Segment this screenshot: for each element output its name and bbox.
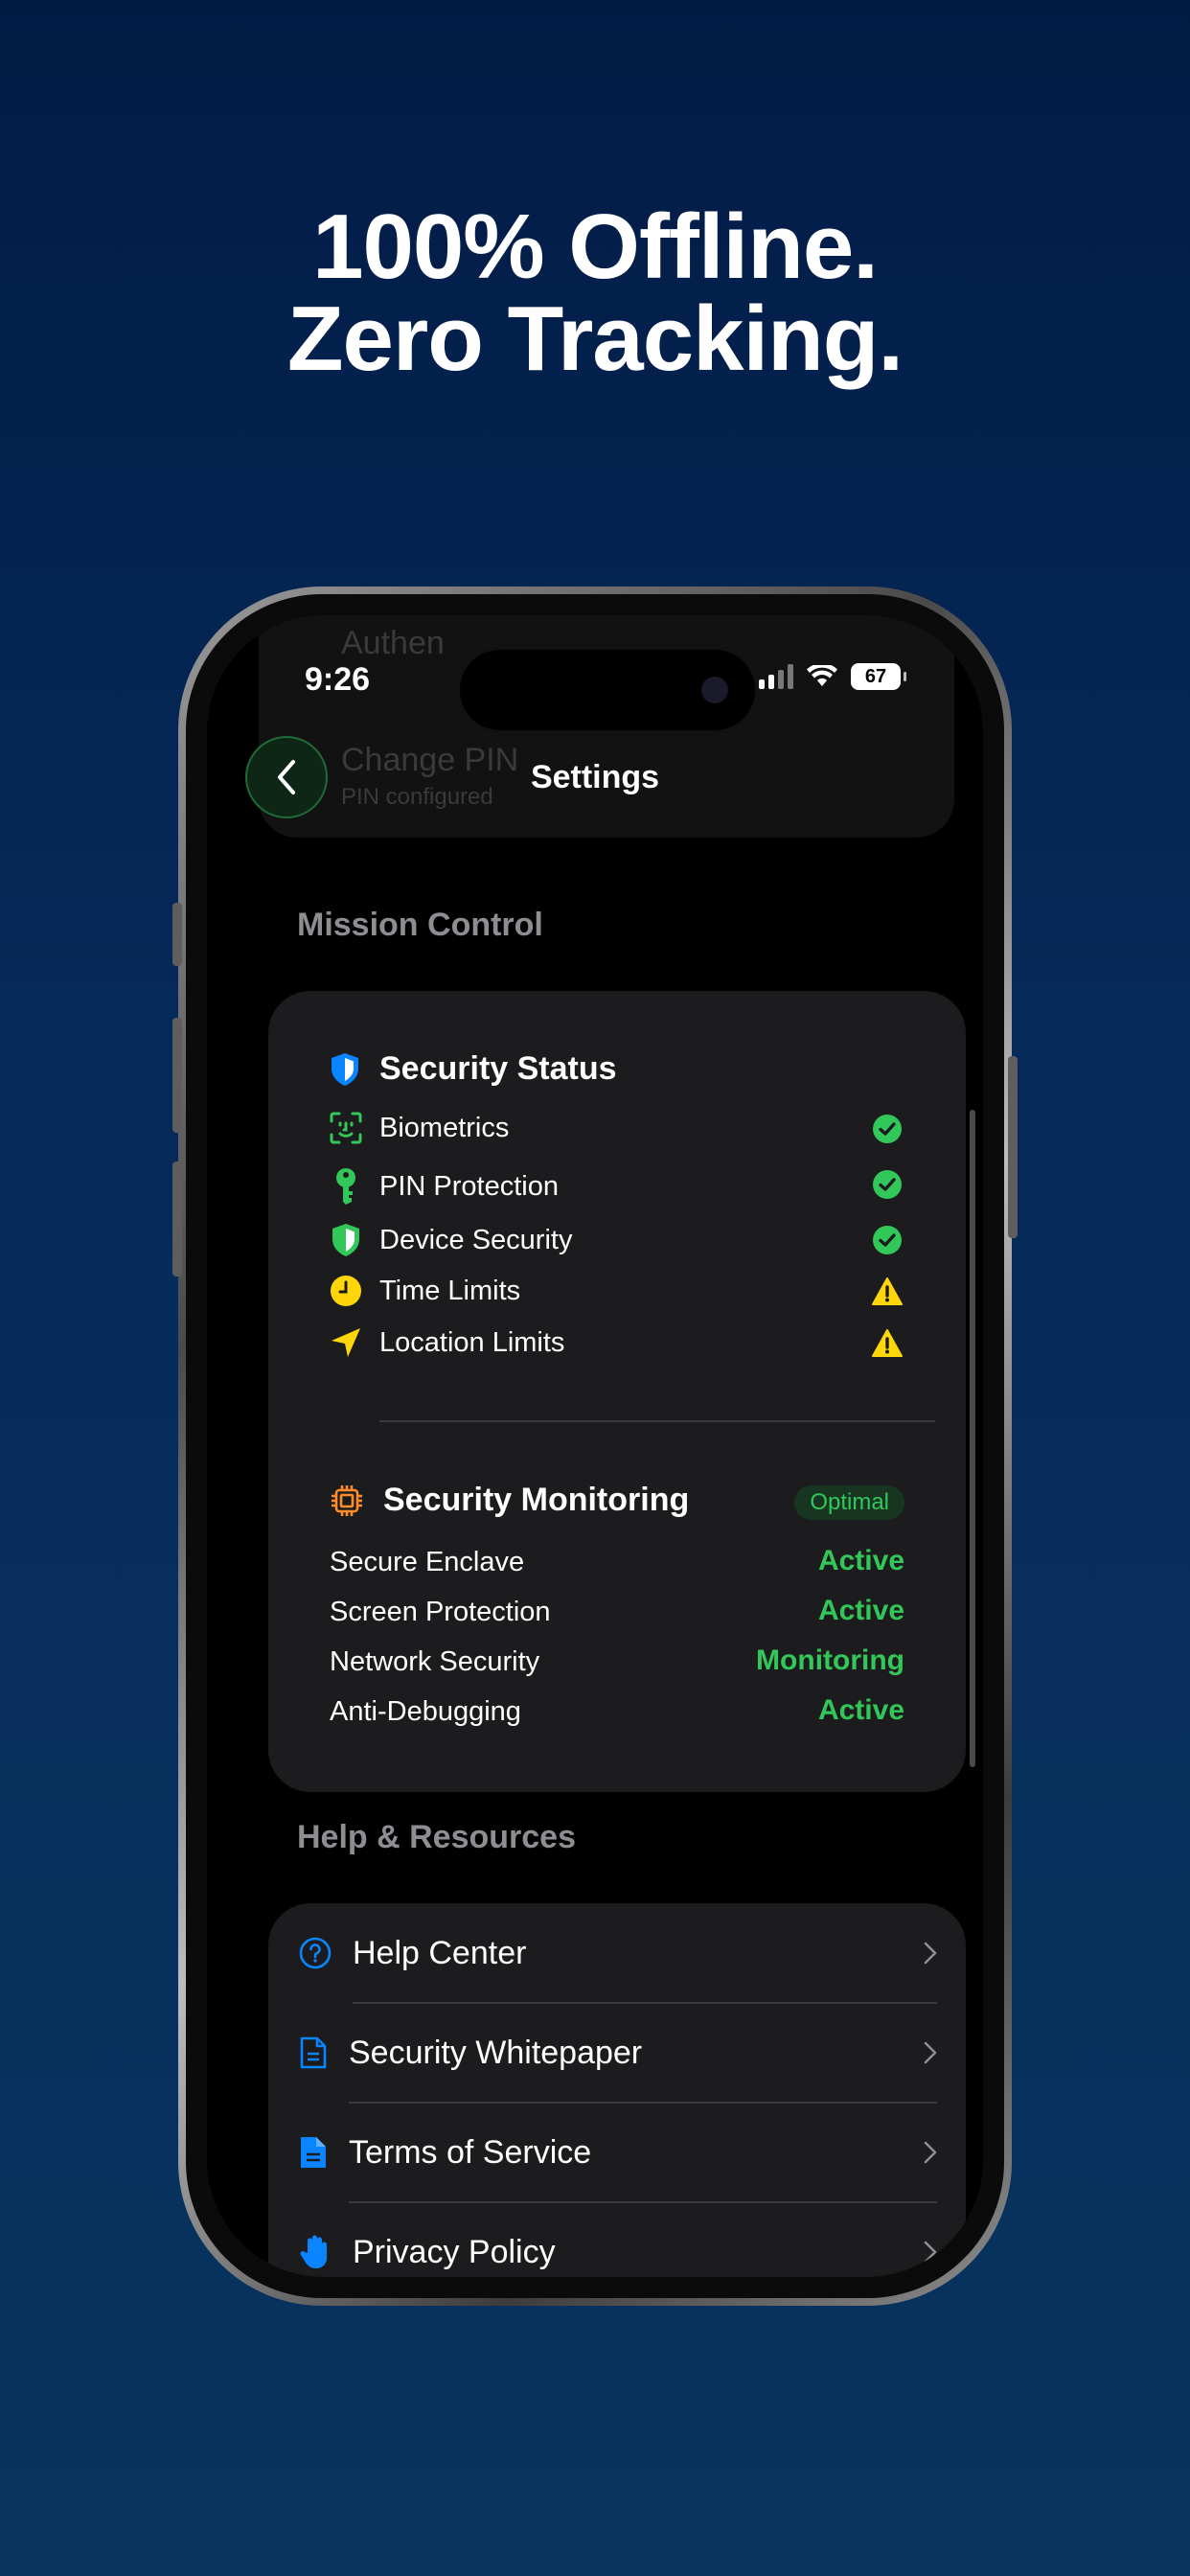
chevron-right-icon	[924, 2141, 937, 2164]
warning-triangle-icon	[872, 1277, 903, 1305]
status-time: 9:26	[305, 661, 371, 698]
help-resources-card: Help Center Security Whitepaper Terms of…	[268, 1903, 966, 2277]
battery-icon: 67	[851, 663, 906, 690]
headline-line-1: 100% Offline.	[312, 196, 879, 298]
security-monitoring-title: Security Monitoring	[383, 1482, 690, 1518]
page-title: Settings	[530, 759, 660, 795]
ghost-item-authentication: Authen	[341, 625, 445, 661]
wifi-icon	[807, 665, 837, 686]
cpu-chip-icon	[332, 1484, 362, 1516]
clock-icon	[331, 1276, 361, 1306]
status-item-label: Time Limits	[379, 1275, 521, 1306]
security-status-title: Security Status	[379, 1050, 617, 1087]
status-item-device-security: Device Security	[330, 1223, 572, 1257]
section-label-mission-control: Mission Control	[297, 907, 543, 943]
status-indicators: 67	[759, 663, 906, 690]
status-item-pin-protection: PIN Protection	[330, 1167, 559, 1206]
list-item-label: Privacy Policy	[353, 2233, 556, 2270]
shield-icon	[332, 1224, 359, 1256]
monitoring-item-label: Network Security	[330, 1646, 540, 1677]
monitoring-item-label: Anti-Debugging	[330, 1696, 521, 1727]
list-item-label: Security Whitepaper	[349, 2034, 643, 2071]
phone-frame: Authen Change PIN PIN configured 9:26 67	[172, 586, 1018, 2306]
face-id-icon	[330, 1112, 362, 1144]
list-item-label: Help Center	[353, 1934, 527, 1971]
scrollbar[interactable]	[970, 1110, 975, 1767]
status-item-label: Biometrics	[379, 1112, 510, 1143]
question-circle-icon	[299, 1937, 332, 1969]
chevron-right-icon	[924, 2241, 937, 2264]
status-item-location-limits: Location Limits	[330, 1326, 564, 1359]
headline-line-2: Zero Tracking.	[286, 288, 904, 390]
document-icon	[300, 2036, 327, 2069]
headline: 100% Offline. Zero Tracking.	[0, 201, 1190, 385]
status-item-time-limits: Time Limits	[330, 1275, 520, 1307]
app-screen: Authen Change PIN PIN configured 9:26 67	[207, 615, 983, 2277]
security-monitoring-header: Security Monitoring	[330, 1482, 689, 1519]
chevron-right-icon	[924, 2041, 937, 2064]
status-item-biometrics: Biometrics	[330, 1112, 509, 1144]
monitoring-item-value: Active	[817, 1545, 904, 1576]
warning-triangle-icon	[872, 1329, 903, 1357]
mission-control-card: Security Status Biometrics PIN Protectio…	[268, 991, 966, 1792]
key-icon	[336, 1168, 355, 1205]
list-item-privacy-policy[interactable]: Privacy Policy	[268, 2202, 966, 2277]
location-arrow-icon	[332, 1328, 360, 1357]
section-label-help-resources: Help & Resources	[297, 1819, 576, 1855]
mute-switch	[172, 903, 182, 966]
check-circle-icon	[873, 1170, 902, 1199]
list-item-terms-of-service[interactable]: Terms of Service	[268, 2103, 966, 2202]
hand-icon	[300, 2235, 327, 2268]
chevron-right-icon	[924, 1942, 937, 1965]
shield-icon	[332, 1052, 358, 1086]
check-circle-icon	[873, 1226, 902, 1254]
divider	[379, 1420, 935, 1422]
status-item-label: Location Limits	[379, 1326, 565, 1358]
monitoring-item-value: Active	[817, 1694, 904, 1726]
list-item-label: Terms of Service	[349, 2133, 592, 2171]
document-filled-icon	[301, 2137, 326, 2168]
dynamic-island	[458, 648, 757, 732]
status-item-label: PIN Protection	[379, 1170, 559, 1202]
monitoring-item-label: Secure Enclave	[330, 1547, 525, 1577]
security-status-header: Security Status	[330, 1050, 617, 1088]
power-button	[1008, 1056, 1018, 1238]
status-badge: Optimal	[794, 1485, 904, 1520]
list-item-security-whitepaper[interactable]: Security Whitepaper	[268, 2003, 966, 2103]
check-circle-icon	[873, 1115, 902, 1143]
monitoring-item-value: Active	[817, 1595, 904, 1626]
cellular-signal-icon	[759, 664, 793, 689]
status-item-label: Device Security	[379, 1224, 573, 1255]
volume-down-button	[172, 1162, 182, 1276]
monitoring-item-label: Screen Protection	[330, 1597, 551, 1627]
monitoring-item-value: Monitoring	[756, 1644, 904, 1676]
front-camera	[701, 677, 728, 703]
volume-up-button	[172, 1018, 182, 1133]
list-item-help-center[interactable]: Help Center	[268, 1903, 966, 2003]
